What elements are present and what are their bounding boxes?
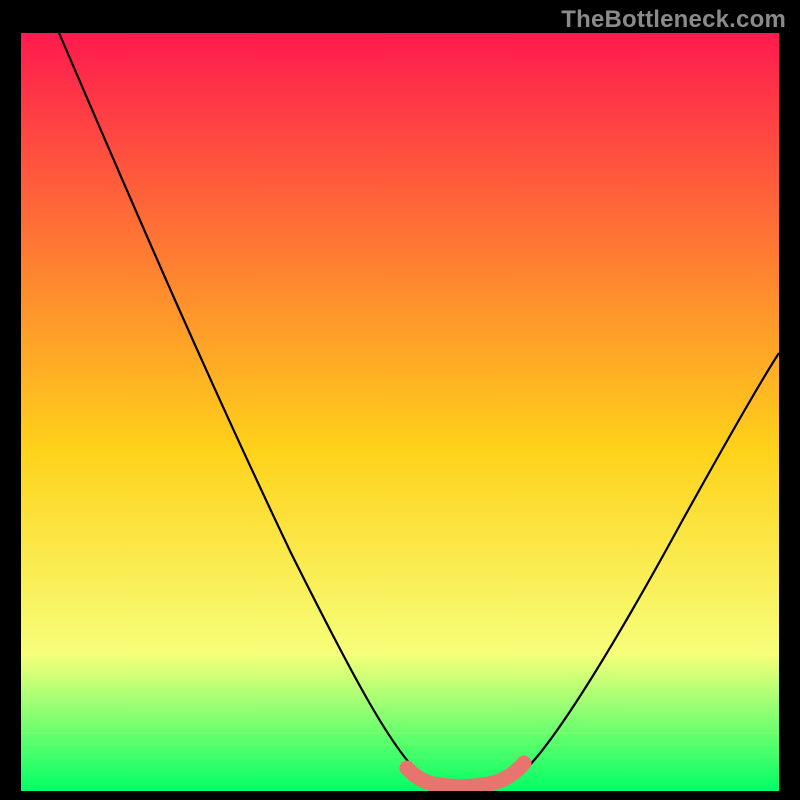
gradient-background bbox=[21, 33, 779, 791]
watermark-text: TheBottleneck.com bbox=[561, 6, 786, 34]
chart-frame: TheBottleneck.com bbox=[0, 0, 800, 800]
plot-area bbox=[21, 33, 779, 791]
chart-svg bbox=[21, 33, 779, 791]
